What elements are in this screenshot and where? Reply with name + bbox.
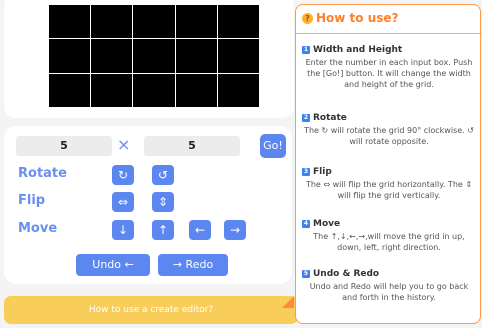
grid-cell[interactable] <box>90 72 134 108</box>
grid-cell[interactable] <box>47 72 92 108</box>
thinking-face-icon: ? <box>302 12 313 24</box>
width-input[interactable]: 5 <box>16 136 112 156</box>
redo-button[interactable]: → Redo <box>158 254 228 276</box>
section-heading: Width and Height <box>313 45 403 55</box>
grid-cell[interactable] <box>216 38 261 74</box>
flip-horizontal-icon[interactable]: ⇔ <box>112 192 134 212</box>
pixel-grid[interactable] <box>47 3 261 108</box>
help-divider <box>296 33 482 34</box>
section-heading: Flip <box>313 167 332 177</box>
grid-cell[interactable] <box>47 3 92 40</box>
grid-cell[interactable] <box>132 3 176 40</box>
help-section-move: 4 Move The ↑,↓,←,→,will move the grid in … <box>302 219 476 253</box>
number-4-icon: 4 <box>302 220 310 228</box>
help-section-rotate: 2 Rotate The ↻ will rotate the grid 90° c… <box>302 113 476 147</box>
arrow-down-icon[interactable]: ↓ <box>112 220 134 240</box>
section-body: Undo and Redo will help you to go back a… <box>309 282 469 302</box>
rotate-cw-icon[interactable]: ↻ <box>112 165 134 185</box>
grid-cell[interactable] <box>132 38 176 74</box>
section-body: The ⇔ will flip the grid horizontally. T… <box>305 180 473 200</box>
height-input[interactable]: 5 <box>144 136 240 156</box>
grid-cell[interactable] <box>216 72 261 108</box>
section-heading: Rotate <box>313 113 347 123</box>
undo-button[interactable]: Undo ← <box>76 254 150 276</box>
grid-cell[interactable] <box>174 72 218 108</box>
rotate-ccw-icon[interactable]: ↺ <box>152 165 174 185</box>
section-body: The ↑,↓,←,→,will move the grid in up, do… <box>313 232 465 252</box>
section-heading: Move <box>313 219 341 229</box>
move-label: Move <box>18 221 58 236</box>
help-section-width-height: 1 Width and Height Enter the number in ea… <box>302 45 476 90</box>
help-panel: ? How to use? 1 Width and Height Enter th… <box>295 4 482 324</box>
arrow-left-icon[interactable]: ← <box>189 220 211 240</box>
controls-card: 5 × 5 Go! Rotate ↻ ↺ Flip ⇔ ⇕ Move ↓ ↑ ←… <box>4 126 292 284</box>
grid-cell[interactable] <box>174 3 218 40</box>
arrow-right-icon[interactable]: → <box>224 220 246 240</box>
banner-tip <box>282 296 294 308</box>
help-section-flip: 3 Flip The ⇔ will flip the grid horizonta… <box>302 167 476 201</box>
grid-cell[interactable] <box>216 3 261 40</box>
go-button[interactable]: Go! <box>260 134 286 158</box>
grid-cell[interactable] <box>90 38 134 74</box>
grid-cell[interactable] <box>47 38 92 74</box>
grid-cell[interactable] <box>174 38 218 74</box>
help-title-text: How to use? <box>316 11 399 25</box>
help-section-undo-redo: 5 Undo & Redo Undo and Redo will help you… <box>302 269 476 303</box>
grid-cell[interactable] <box>90 3 134 40</box>
section-body: Enter the number in each input box. Push… <box>305 58 473 89</box>
grid-cell[interactable] <box>132 72 176 108</box>
grid-card <box>4 0 294 118</box>
section-heading: Undo & Redo <box>313 269 380 279</box>
number-2-icon: 2 <box>302 114 310 122</box>
arrow-up-icon[interactable]: ↑ <box>152 220 174 240</box>
how-to-use-banner[interactable]: How to use a create editor? <box>4 296 298 324</box>
flip-label: Flip <box>18 193 46 208</box>
number-5-icon: 5 <box>302 270 310 278</box>
section-body: The ↻ will rotate the grid 90° clockwise… <box>304 126 474 146</box>
rotate-label: Rotate <box>18 166 67 181</box>
times-symbol: × <box>117 135 131 154</box>
number-3-icon: 3 <box>302 168 310 176</box>
number-1-icon: 1 <box>302 46 310 54</box>
help-title: ? How to use? <box>302 11 474 25</box>
flip-vertical-icon[interactable]: ⇕ <box>152 192 174 212</box>
